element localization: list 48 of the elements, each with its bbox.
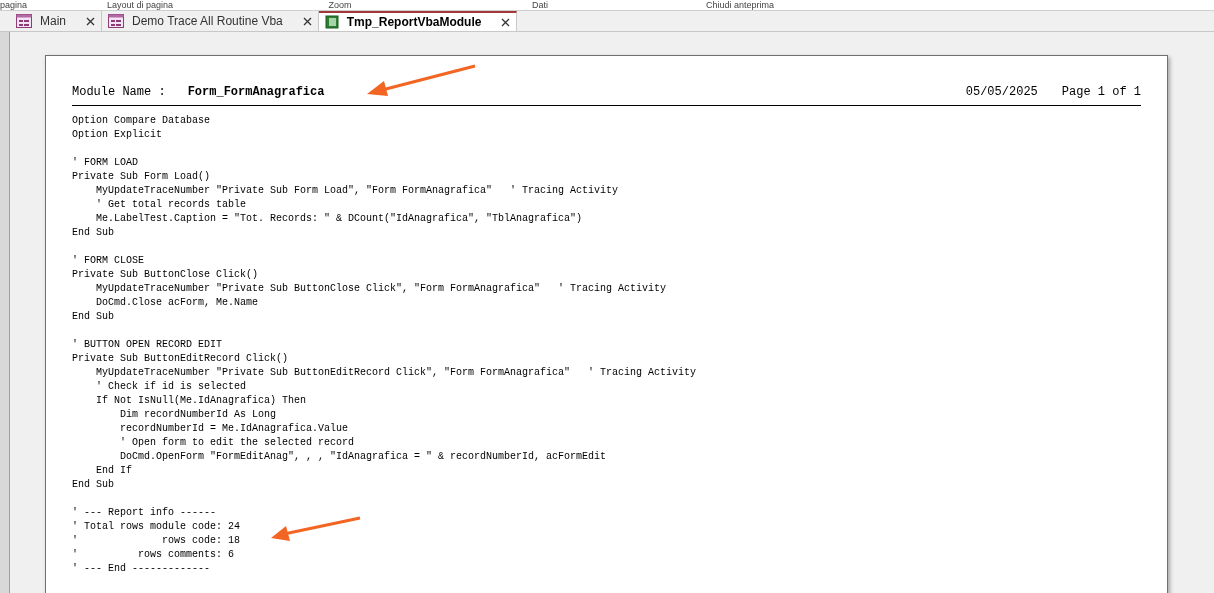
code-line: Option Explicit: [72, 128, 162, 142]
code-line: ' Open form to edit the selected record: [119, 436, 355, 450]
code-line: Private Sub ButtonEditRecord Click(): [72, 352, 289, 366]
form-icon: [16, 14, 32, 28]
code-line: ' FORM LOAD: [72, 156, 138, 170]
code-line: If Not IsNull(Me.IdAnagrafica) Then: [95, 394, 307, 408]
ribbon-label[interactable]: Zoom: [240, 0, 440, 10]
code-line: ' Total rows module code: 24: [72, 520, 241, 534]
code-line: End If: [95, 464, 132, 478]
code-line: Dim recordNumberId As Long: [119, 408, 277, 422]
tab-label: Demo Trace All Routine Vba: [132, 13, 283, 30]
document-tab[interactable]: Tmp_ReportVbaModule: [318, 11, 518, 31]
close-icon[interactable]: [501, 17, 511, 27]
code-line: MyUpdateTraceNumber "Private Sub Form Load", "Form FormAnagrafica" ' Tracing Activity: [95, 184, 619, 198]
code-line: End Sub: [72, 310, 114, 324]
code-line: Me.LabelTest.Caption = "Tot. Records: " & DCount("IdAnagrafica", "TblAnagrafica"): [95, 212, 583, 226]
module-name: Form_FormAnagrafica: [187, 84, 325, 101]
code-line: End Sub: [72, 226, 114, 240]
code-line: ' --- Report info ------: [72, 506, 217, 520]
code-line: End Sub: [72, 478, 114, 492]
code-line: DoCmd.OpenForm "FormEditAnag", , , "IdAnagrafica = " & recordNumberId, acFormEdit: [119, 450, 607, 464]
close-icon[interactable]: [86, 16, 95, 26]
tab-label: Main: [40, 13, 66, 30]
code-line: ' BUTTON OPEN RECORD EDIT: [72, 338, 223, 352]
ribbon-label[interactable]: pagina: [0, 0, 40, 10]
form-icon: [108, 14, 124, 28]
code-line: Private Sub ButtonClose Click(): [72, 268, 259, 282]
code-line: ' rows comments: 6: [72, 548, 235, 562]
report-date: 05/05/2025: [965, 84, 1038, 101]
code-line: ' Get total records table: [95, 198, 247, 212]
ribbon-label[interactable]: Chiudi anteprima: [640, 0, 840, 10]
code-line: recordNumberId = Me.IdAnagrafica.Value: [119, 422, 349, 436]
code-line: ' FORM CLOSE: [72, 254, 144, 268]
code-line: ' --- End -------------: [72, 562, 211, 576]
code-line: MyUpdateTraceNumber "Private Sub ButtonClose Click", "Form FormAnagrafica" ' Tracing Activity: [95, 282, 667, 296]
code-line: DoCmd.Close acForm, Me.Name: [95, 296, 259, 310]
report-icon: [324, 15, 339, 29]
code-line: ' rows code: 18: [72, 534, 241, 548]
code-line: ' Check if id is selected: [95, 380, 247, 394]
tab-label: Tmp_ReportVbaModule: [346, 14, 482, 31]
code-line: MyUpdateTraceNumber "Private Sub ButtonEditRecord Click", "Form FormAnagrafica" ' Tracing Activity: [95, 366, 697, 380]
ribbon-label[interactable]: Layout di pagina: [40, 0, 240, 10]
module-label: Module Name :: [72, 84, 166, 101]
page-number: Page 1 of 1: [1061, 84, 1141, 101]
code-line: Private Sub Form Load(): [72, 170, 211, 184]
close-icon[interactable]: [302, 16, 312, 26]
code-line: Option Compare Database: [72, 114, 211, 128]
ribbon-label[interactable]: Dati: [440, 0, 640, 10]
